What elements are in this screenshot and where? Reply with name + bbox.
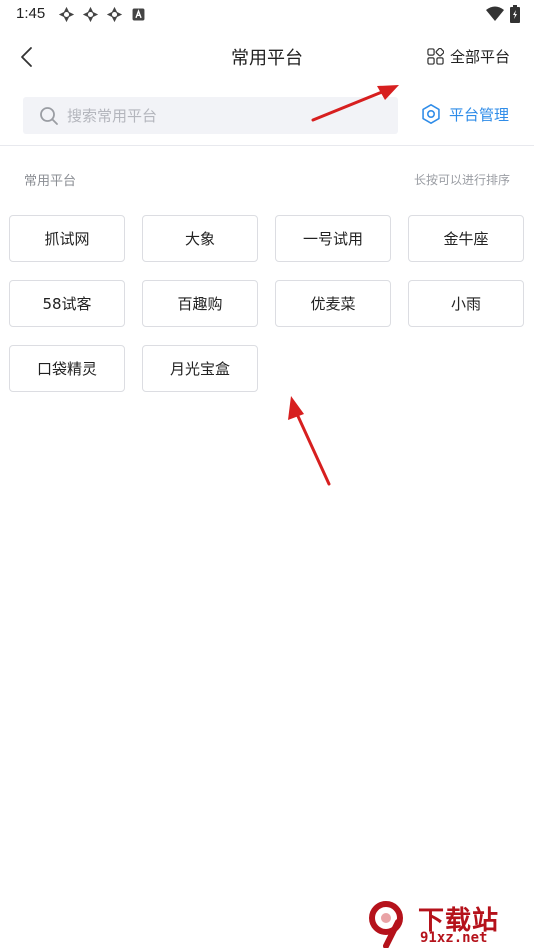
platform-chip[interactable]: 金牛座 bbox=[408, 215, 524, 262]
platform-chip[interactable]: 一号试用 bbox=[275, 215, 391, 262]
battery-icon bbox=[510, 5, 520, 23]
gear-icon bbox=[422, 104, 440, 124]
sort-hint: 长按可以进行排序 bbox=[413, 173, 510, 187]
app-icon bbox=[106, 6, 123, 23]
platform-chip[interactable]: 优麦菜 bbox=[275, 280, 391, 327]
status-right-icons bbox=[486, 5, 520, 23]
divider bbox=[0, 145, 534, 146]
platform-chip[interactable]: 抓试网 bbox=[9, 215, 125, 262]
platform-chip[interactable]: 大象 bbox=[142, 215, 258, 262]
section-title: 常用平台 bbox=[24, 174, 77, 189]
platform-chip[interactable]: 百趣购 bbox=[142, 280, 258, 327]
grid-icon bbox=[427, 48, 444, 65]
header: 常用平台 全部平台 bbox=[0, 30, 534, 84]
platform-chip[interactable]: 58试客 bbox=[9, 280, 125, 327]
app-icon bbox=[82, 6, 99, 23]
app-icon bbox=[58, 6, 75, 23]
annotation-arrow-bottom bbox=[288, 396, 331, 486]
platform-chip[interactable]: 小雨 bbox=[408, 280, 524, 327]
platform-manage-label: 平台管理 bbox=[449, 105, 510, 124]
all-platforms-button[interactable]: 全部平台 bbox=[427, 46, 510, 67]
wifi-icon bbox=[486, 6, 504, 21]
watermark-9-icon bbox=[369, 901, 403, 948]
search-icon bbox=[40, 106, 58, 125]
platform-grid: 抓试网 大象 一号试用 金牛座 58试客 百趣购 优麦菜 小雨 口袋精灵 月光宝… bbox=[9, 215, 525, 392]
platform-manage-button[interactable]: 平台管理 bbox=[420, 103, 509, 125]
status-bar: 1:45 bbox=[0, 0, 534, 28]
platform-chip[interactable]: 口袋精灵 bbox=[9, 345, 125, 392]
platform-chip[interactable]: 月光宝盒 bbox=[142, 345, 258, 392]
notification-icons bbox=[58, 6, 147, 23]
watermark-domain: 91xz.net bbox=[420, 930, 488, 946]
a-icon bbox=[132, 8, 145, 21]
status-time: 1:45 bbox=[16, 5, 46, 22]
all-platforms-label: 全部平台 bbox=[449, 48, 510, 66]
annotation-arrow-top bbox=[311, 85, 399, 122]
watermark-logo: 下载站 91xz.net bbox=[360, 900, 530, 948]
